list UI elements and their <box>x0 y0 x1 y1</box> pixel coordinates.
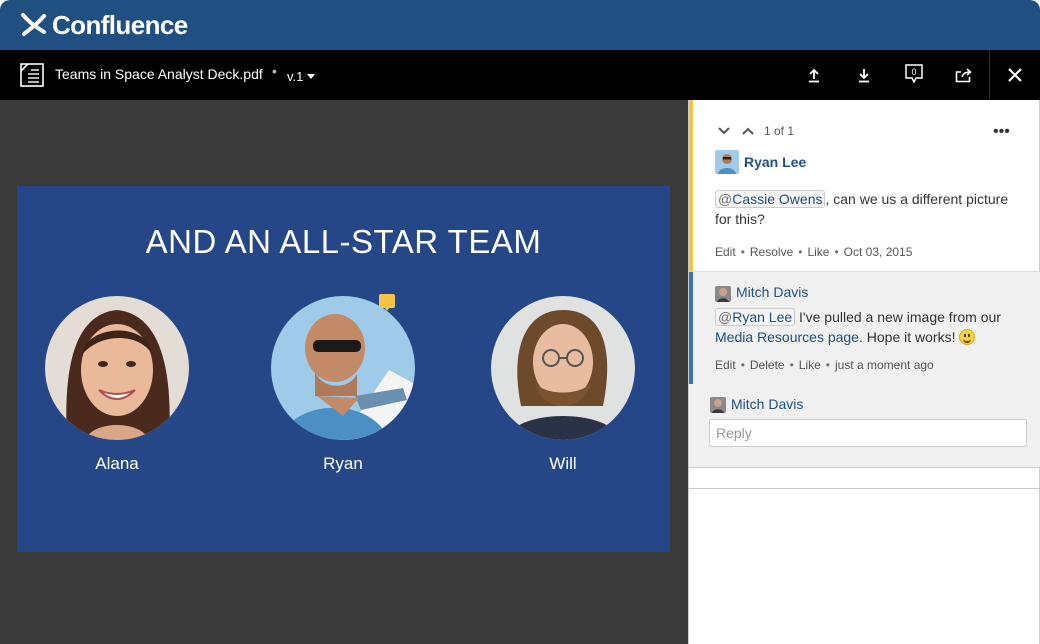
download-button[interactable] <box>852 63 876 87</box>
reply-message-part-1: I've pulled a new image from our <box>795 309 1001 325</box>
resolve-link[interactable]: Resolve <box>750 245 793 259</box>
team-member-alana: Alana <box>44 296 190 474</box>
close-icon <box>1008 68 1022 82</box>
chevron-down-icon <box>718 127 730 135</box>
avatar-mitch-davis[interactable] <box>715 286 731 302</box>
edit-link[interactable]: Edit <box>715 358 736 372</box>
action-separator: • <box>798 245 803 259</box>
will-photo <box>491 296 635 440</box>
slide-title: AND AN ALL-STAR TEAM <box>145 223 542 260</box>
delete-link[interactable]: Delete <box>750 358 785 372</box>
version-dropdown[interactable]: v.1 <box>287 69 316 84</box>
reply-message-part-2: . Hope it works! <box>858 329 960 345</box>
alana-photo <box>45 296 189 440</box>
action-separator: • <box>789 358 794 372</box>
share-icon <box>955 68 972 83</box>
ryan-photo <box>271 296 415 440</box>
user-mention[interactable]: @Cassie Owens <box>715 190 826 208</box>
chevron-up-icon <box>742 127 754 135</box>
reply-text: @Ryan Lee I've pulled a new image from o… <box>715 307 1035 347</box>
mention-at-sign: @ <box>718 191 733 207</box>
mention-at-sign: @ <box>718 309 733 325</box>
file-name: Teams in Space Analyst Deck.pdf <box>55 66 263 82</box>
action-separator: • <box>740 245 745 259</box>
comments-button[interactable]: 0 <box>902 63 926 87</box>
close-button[interactable] <box>1003 63 1027 87</box>
reply-actions: Edit • Delete • Like • just a moment ago <box>715 358 934 372</box>
reply-author[interactable]: Mitch Davis <box>736 284 808 300</box>
comment-text: @Cassie Owens, can we us a different pic… <box>715 189 1025 229</box>
download-icon <box>859 69 869 83</box>
version-label: v.1 <box>287 69 304 84</box>
mention-name: Ryan Lee <box>732 309 793 325</box>
user-mention[interactable]: @Ryan Lee <box>715 308 796 326</box>
previous-comment-button[interactable] <box>740 123 756 139</box>
reply-composer: Mitch Davis <box>689 384 1040 468</box>
upload-button[interactable] <box>802 63 826 87</box>
comment-thread: 1 of 1 ••• Ryan Lee @Cassie Owens, can w… <box>689 100 1040 272</box>
comment-count: 0 <box>911 67 917 77</box>
team-member-will: Will <box>490 296 636 474</box>
action-separator: • <box>834 245 839 259</box>
composer-author[interactable]: Mitch Davis <box>731 396 803 412</box>
smiley-emoji-icon <box>959 329 976 345</box>
pdf-slide: AND AN ALL-STAR TEAM Alana Ryan Will <box>17 186 670 552</box>
comment-reply: Mitch Davis @Ryan Lee I've pulled a new … <box>689 272 1040 384</box>
file-viewer-toolbar: Teams in Space Analyst Deck.pdf • v.1 0 <box>0 50 1040 100</box>
avatar-ryan-lee[interactable] <box>715 150 739 174</box>
chevron-down-icon <box>307 74 316 79</box>
confluence-logo-icon <box>21 13 46 36</box>
panel-divider <box>689 488 1040 489</box>
like-link[interactable]: Like <box>807 245 829 259</box>
comment-date: Oct 03, 2015 <box>843 245 913 259</box>
ryan-name: Ryan <box>323 454 363 473</box>
reply-input[interactable] <box>709 419 1027 447</box>
app-header: Confluence <box>0 0 1040 50</box>
team-member-ryan: Ryan <box>270 296 416 474</box>
alana-name: Alana <box>95 454 139 473</box>
action-separator: • <box>825 358 830 372</box>
brand-name: Confluence <box>52 9 188 40</box>
reply-date: just a moment ago <box>835 358 934 372</box>
mention-name: Cassie Owens <box>732 191 823 207</box>
comments-panel: 1 of 1 ••• Ryan Lee @Cassie Owens, can w… <box>688 100 1040 644</box>
document-preview[interactable]: AND AN ALL-STAR TEAM Alana Ryan Will <box>0 100 688 644</box>
media-resources-link[interactable]: Media Resources page <box>715 329 859 345</box>
action-separator: • <box>740 358 745 372</box>
toolbar-divider <box>989 50 990 100</box>
more-options-button[interactable]: ••• <box>993 123 1010 141</box>
comment-author[interactable]: Ryan Lee <box>744 154 806 170</box>
title-separator: • <box>272 63 277 79</box>
annotation-marker[interactable] <box>379 294 395 311</box>
edit-link[interactable]: Edit <box>715 245 736 259</box>
comment-position: 1 of 1 <box>764 124 795 138</box>
will-name: Will <box>549 454 577 473</box>
like-link[interactable]: Like <box>799 358 821 372</box>
comment-actions: Edit • Resolve • Like • Oct 03, 2015 <box>715 245 912 259</box>
upload-icon <box>809 68 819 83</box>
avatar-mitch-davis[interactable] <box>710 397 726 413</box>
next-comment-button[interactable] <box>716 123 732 139</box>
confluence-logo[interactable]: Confluence <box>20 10 188 40</box>
document-icon <box>20 63 44 87</box>
share-button[interactable] <box>952 63 976 87</box>
